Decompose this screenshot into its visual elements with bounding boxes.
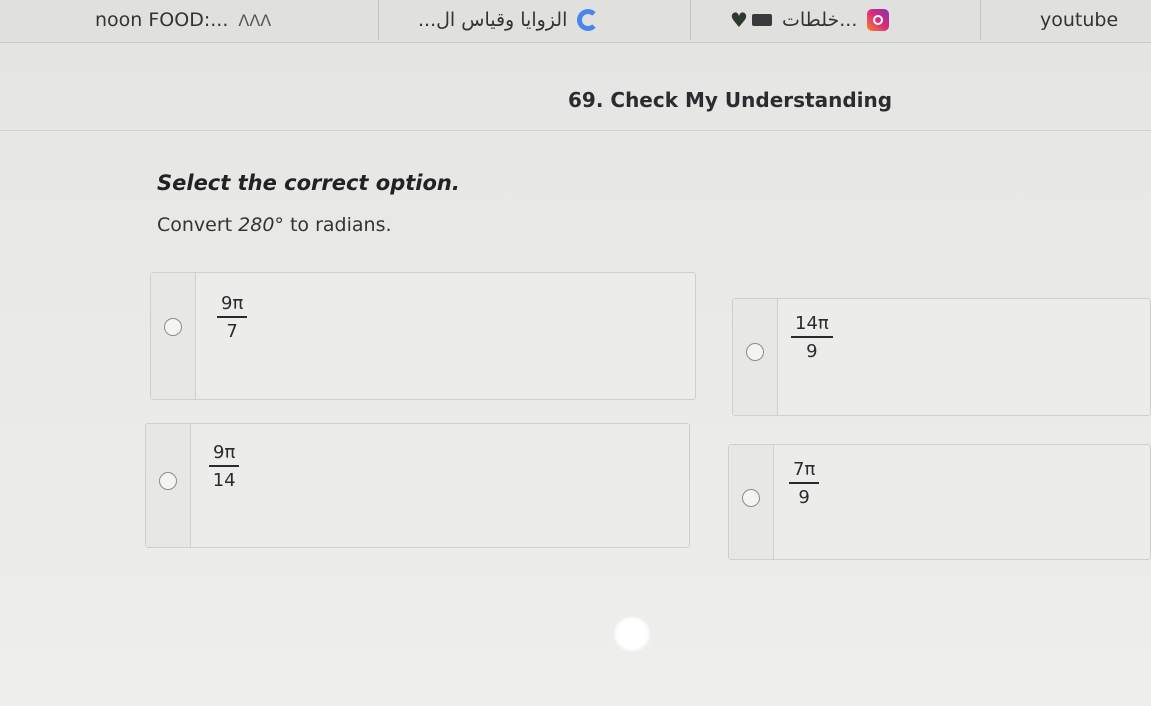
answer-option-4[interactable]: 7π 9 [728,444,1151,560]
document-icon [751,14,772,26]
prompt-text-after: to radians. [283,214,392,236]
google-icon [577,9,600,31]
fraction-denominator: 7 [226,321,238,342]
radio-button[interactable] [159,472,177,490]
instruction-text: Select the correct option. [157,171,460,195]
browser-tab-bar: noon FOOD:... ᐱᐱᐱ ...الزوايا وقياس ال ♥ … [0,0,1151,43]
tab-label: noon FOOD:... [95,9,229,31]
tab-angles[interactable]: ...الزوايا وقياس ال [378,0,691,40]
answer-option-1[interactable]: 9π 7 [150,272,696,400]
fraction-denominator: 9 [798,487,810,508]
heart-icon: ♥ [730,8,748,32]
tab-favicon-icon: ᐱᐱᐱ [238,10,272,30]
radio-button[interactable] [164,318,182,336]
radio-button[interactable] [746,343,764,361]
fraction-numerator: 7π [793,459,816,480]
radio-button[interactable] [742,489,760,507]
instagram-icon [867,9,890,31]
radio-zone [151,273,196,399]
fraction-denominator: 9 [806,341,818,362]
fraction-numerator: 9π [213,442,236,463]
question-title: 69. Check My Understanding [568,88,893,112]
fraction: 9π 14 [209,442,240,491]
answer-option-2[interactable]: 14π 9 [732,298,1151,416]
answer-option-3[interactable]: 9π 14 [145,423,690,548]
tab-noon-food[interactable]: noon FOOD:... ᐱᐱᐱ [0,0,379,40]
tab-youtube[interactable]: youtube [980,0,1151,40]
screen-glare [613,616,651,652]
tab-label: ...الزوايا وقياس ال [418,9,568,31]
tab-mixes[interactable]: ♥ خلطات... [690,0,981,40]
fraction-numerator: 9π [221,293,244,314]
question-header: 69. Check My Understanding [0,82,1151,131]
prompt-degree-value: 280° [238,214,284,236]
fraction-denominator: 14 [212,470,236,491]
fraction: 9π 7 [217,293,248,342]
fraction: 7π 9 [789,459,820,508]
tab-label: خلطات... [781,9,858,31]
prompt-text-before: Convert [157,214,239,236]
tab-label: youtube [1040,9,1119,31]
fraction-numerator: 14π [795,313,829,334]
fraction: 14π 9 [791,313,833,362]
question-prompt: Convert 280° to radians. [157,214,392,236]
